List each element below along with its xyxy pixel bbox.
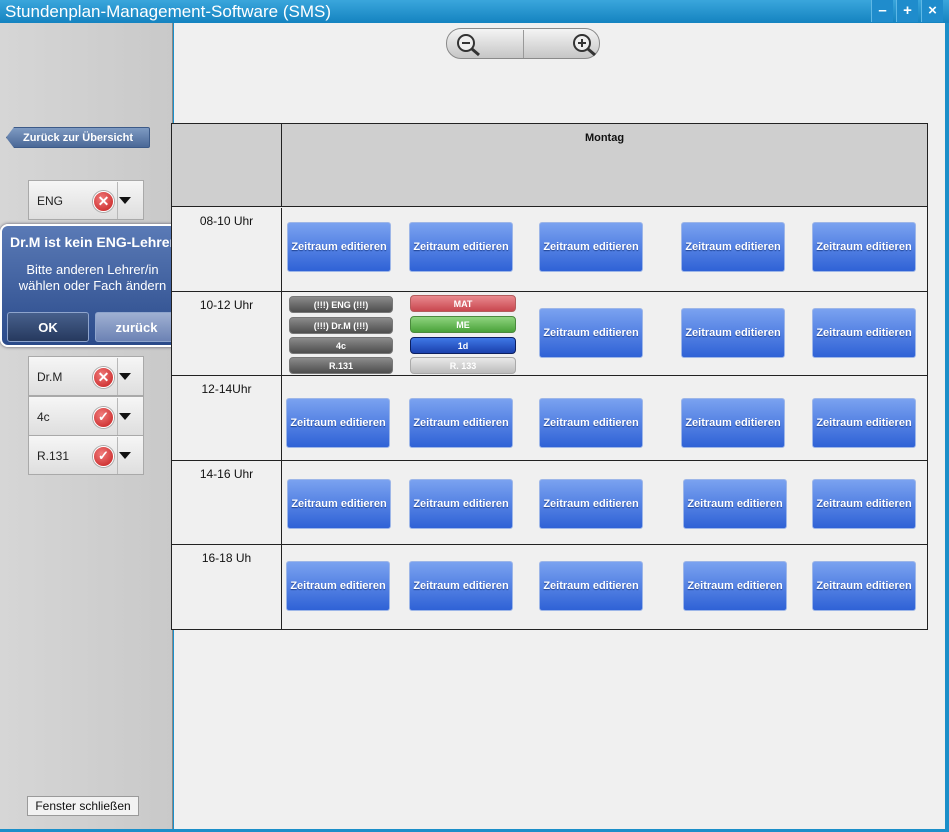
pending-class-chip[interactable]: 4c (289, 337, 393, 354)
zoom-in-button[interactable] (524, 29, 600, 58)
maximize-button[interactable]: + (896, 0, 918, 22)
class-select-value: 4c (37, 410, 50, 424)
popup-title: Dr.M ist kein ENG-Lehrer (10, 234, 175, 250)
select-divider (117, 358, 118, 395)
time-row: 12-14Uhr Zeitraum editieren Zeitraum edi… (172, 376, 927, 461)
edit-period-button[interactable]: Zeitraum editieren (409, 479, 513, 529)
zoom-out-icon (457, 34, 480, 57)
existing-teacher-chip[interactable]: ME (410, 316, 516, 333)
edit-period-button[interactable]: Zeitraum editieren (812, 479, 916, 529)
zoom-in-icon (573, 34, 596, 57)
time-row: 14-16 Uhr Zeitraum editieren Zeitraum ed… (172, 461, 927, 545)
edit-period-button[interactable]: Zeitraum editieren (539, 308, 643, 358)
pending-subject-chip[interactable]: (!!!) ENG (!!!) (289, 296, 393, 313)
pending-room-chip[interactable]: R.131 (289, 357, 393, 374)
edit-period-button[interactable]: Zeitraum editieren (681, 308, 785, 358)
edit-period-button[interactable]: Zeitraum editieren (286, 561, 390, 611)
edit-period-button[interactable]: Zeitraum editieren (812, 222, 916, 272)
select-divider (117, 182, 118, 219)
class-select[interactable]: 4c ✓ (28, 396, 144, 436)
edit-period-button[interactable]: Zeitraum editieren (539, 398, 643, 448)
day-header: Montag (584, 132, 625, 144)
existing-room-chip[interactable]: R. 133 (410, 357, 516, 374)
edit-period-button[interactable]: Zeitraum editieren (683, 479, 787, 529)
ok-button[interactable]: OK (7, 312, 89, 342)
grid-header: Montag (172, 124, 927, 207)
room-select[interactable]: R.131 ✓ (28, 435, 144, 475)
edit-period-button[interactable]: Zeitraum editieren (409, 561, 513, 611)
existing-subject-chip[interactable]: MAT (410, 295, 516, 312)
time-row: 10-12 Uhr (!!!) ENG (!!!) (!!!) Dr.M (!!… (172, 292, 927, 376)
subject-select-value: ENG (37, 194, 64, 208)
minimize-button[interactable]: – (871, 0, 893, 22)
back-to-overview-button[interactable]: Zurück zur Übersicht (6, 127, 150, 148)
subject-select[interactable]: ENG ✕ (28, 180, 144, 220)
select-divider (117, 398, 118, 435)
room-select-value: R.131 (37, 449, 70, 463)
edit-period-button[interactable]: Zeitraum editieren (681, 398, 785, 448)
edit-period-button[interactable]: Zeitraum editieren (287, 479, 391, 529)
popup-message: Bitte anderen Lehrer/in wählen oder Fach… (2, 262, 183, 294)
zuruck-button[interactable]: zurück (95, 312, 178, 342)
window-title: Stundenplan-Management-Software (SMS) (5, 2, 331, 21)
edit-period-button[interactable]: Zeitraum editieren (812, 398, 916, 448)
select-divider (117, 437, 118, 474)
error-icon: ✕ (93, 191, 114, 212)
chevron-down-icon[interactable] (119, 452, 131, 459)
teacher-select[interactable]: Dr.M ✕ (28, 356, 144, 396)
pending-teacher-chip[interactable]: (!!!) Dr.M (!!!) (289, 317, 393, 334)
edit-period-button[interactable]: Zeitraum editieren (539, 222, 643, 272)
edit-period-button[interactable]: Zeitraum editieren (409, 398, 513, 448)
popup-message-line: Bitte anderen Lehrer/in (26, 262, 159, 277)
title-bar: Stundenplan-Management-Software (SMS) – … (0, 0, 949, 23)
close-window-button[interactable]: × (921, 0, 943, 22)
warning-popup: Dr.M ist kein ENG-Lehrer Bitte anderen L… (0, 224, 183, 347)
edit-period-button[interactable]: Zeitraum editieren (539, 561, 643, 611)
chevron-down-icon[interactable] (119, 373, 131, 380)
checkmark-icon: ✓ (93, 446, 114, 467)
schedule-grid: Montag 08-10 Uhr Zeitraum editieren Zeit… (171, 123, 928, 630)
edit-period-button[interactable]: Zeitraum editieren (286, 398, 390, 448)
time-row: 08-10 Uhr Zeitraum editieren Zeitraum ed… (172, 208, 927, 292)
time-row: 16-18 Uh Zeitraum editieren Zeitraum edi… (172, 545, 927, 629)
teacher-select-value: Dr.M (37, 370, 63, 384)
time-slot-label: 08-10 Uhr (172, 208, 282, 291)
edit-period-button[interactable]: Zeitraum editieren (539, 479, 643, 529)
app-window: Stundenplan-Management-Software (SMS) – … (0, 0, 949, 832)
close-window-text-button[interactable]: Fenster schließen (27, 796, 139, 816)
time-slot-label: 16-18 Uh (172, 545, 282, 629)
time-slot-label: 14-16 Uhr (172, 461, 282, 544)
checkmark-icon: ✓ (93, 407, 114, 428)
edit-period-button[interactable]: Zeitraum editieren (681, 222, 785, 272)
error-icon: ✕ (93, 367, 114, 388)
edit-period-button[interactable]: Zeitraum editieren (287, 222, 391, 272)
edit-period-button[interactable]: Zeitraum editieren (812, 561, 916, 611)
edit-period-button[interactable]: Zeitraum editieren (409, 222, 513, 272)
chevron-down-icon[interactable] (119, 413, 131, 420)
edit-period-button[interactable]: Zeitraum editieren (683, 561, 787, 611)
existing-class-chip[interactable]: 1d (410, 337, 516, 354)
header-corner (172, 124, 282, 207)
time-slot-label: 10-12 Uhr (172, 292, 282, 375)
zoom-out-button[interactable] (447, 29, 523, 58)
edit-period-button[interactable]: Zeitraum editieren (812, 308, 916, 358)
chevron-down-icon[interactable] (119, 197, 131, 204)
popup-message-line: wählen oder Fach ändern (18, 278, 167, 293)
time-slot-label: 12-14Uhr (172, 376, 282, 460)
zoom-control (446, 28, 600, 59)
